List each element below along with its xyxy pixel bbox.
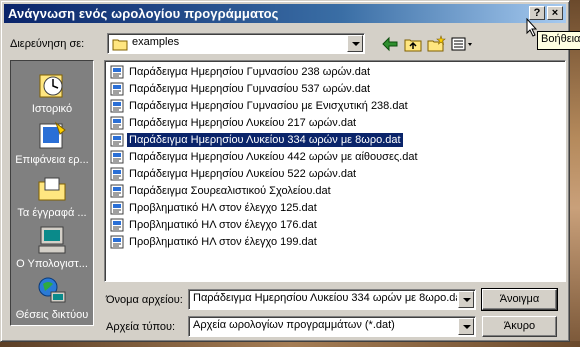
file-icon	[110, 82, 124, 96]
place-history[interactable]: Ιστορικό	[11, 69, 93, 115]
place-network[interactable]: Θέσεις δικτύου	[11, 275, 93, 321]
new-folder-icon[interactable]	[425, 34, 447, 54]
view-menu-icon[interactable]	[449, 34, 475, 54]
filename-input[interactable]: Παράδειγμα Ημερησίου Λυκείου 334 ωρών με…	[188, 289, 476, 310]
file-name: Παράδειγμα Ημερησίου Γυμνασίου 537 ωρών.…	[129, 83, 371, 95]
file-list[interactable]: Παράδειγμα Ημερησίου Γυμνασίου 238 ωρών.…	[104, 60, 566, 282]
file-name: Παράδειγμα Ημερησίου Λυκείου 334 ωρών με…	[126, 132, 404, 148]
file-icon	[110, 116, 124, 130]
folder-icon	[112, 39, 128, 51]
file-icon	[110, 133, 124, 147]
place-label: Ιστορικό	[31, 103, 73, 115]
file-icon	[110, 201, 124, 215]
mouse-cursor-icon	[526, 18, 538, 37]
history-icon	[39, 74, 63, 98]
open-label: Άνοιγμα	[499, 293, 540, 305]
file-name: Παράδειγμα Σουρεαλιστικού Σχολείου.dat	[129, 185, 331, 197]
lookin-dropdown-button[interactable]	[347, 35, 363, 52]
filetype-dropdown-button[interactable]	[458, 318, 474, 335]
lookin-label: Διερεύνηση σε:	[10, 38, 85, 50]
desktop-background	[570, 0, 580, 347]
place-label: Τα έγγραφά ...	[17, 207, 87, 219]
place-my-documents[interactable]: Τα έγγραφά ...	[11, 173, 93, 219]
place-label: Θέσεις δικτύου	[15, 309, 89, 321]
file-icon	[110, 65, 124, 79]
place-label: Επιφάνεια ερ...	[15, 154, 89, 166]
file-name: Παράδειγμα Ημερησίου Γυμνασίου με Ενισχυ…	[129, 100, 408, 112]
filetype-value: Αρχεία ωρολογίων προγραμμάτων (*.dat)	[193, 319, 395, 331]
cancel-button[interactable]: Άκυρο	[482, 316, 557, 337]
open-button[interactable]: Άνοιγμα	[481, 288, 558, 311]
file-icon	[110, 235, 124, 249]
place-desktop[interactable]: Επιφάνεια ερ...	[11, 120, 93, 166]
file-name: Παράδειγμα Ημερησίου Λυκείου 217 ωρών.da…	[129, 117, 357, 129]
open-dialog: Ανάγνωση ενός ωρολογίου προγράμματος ? ×…	[0, 0, 580, 342]
title-bar[interactable]: Ανάγνωση ενός ωρολογίου προγράμματος ? ×	[4, 4, 566, 23]
window-title: Ανάγνωση ενός ωρολογίου προγράμματος	[8, 6, 279, 21]
file-name: Προβληματικό ΗΛ στον έλεγχο 125.dat	[129, 202, 317, 214]
file-name: Προβληματικό ΗΛ στον έλεγχο 199.dat	[129, 236, 317, 248]
file-name: Προβληματικό ΗΛ στον έλεγχο 176.dat	[129, 219, 317, 231]
file-icon	[110, 150, 124, 164]
network-places-icon	[38, 277, 66, 303]
place-my-computer[interactable]: Ο Υπολογιστ...	[11, 224, 93, 270]
file-icon	[110, 218, 124, 232]
help-tooltip: Βοήθεια	[537, 31, 580, 50]
file-name: Παράδειγμα Ημερησίου Λυκείου 522 ωρών.da…	[129, 168, 357, 180]
close-icon: ×	[551, 7, 559, 19]
lookin-combo[interactable]: examples	[107, 33, 365, 54]
filename-value: Παράδειγμα Ημερησίου Λυκείου 334 ωρών με…	[193, 292, 457, 304]
file-name: Παράδειγμα Ημερησίου Γυμνασίου 238 ωρών.…	[129, 66, 371, 78]
close-button[interactable]: ×	[547, 6, 563, 20]
up-folder-icon[interactable]	[402, 34, 424, 54]
filetype-label: Αρχεία τύπου:	[106, 321, 176, 333]
my-documents-icon	[38, 177, 66, 201]
file-icon	[110, 167, 124, 181]
back-arrow-icon[interactable]	[379, 34, 401, 54]
my-computer-icon	[38, 226, 66, 254]
filename-label: Όνομα αρχείου:	[106, 294, 183, 306]
places-bar: Ιστορικό Επιφάνεια ερ... Τα έγγραφά ...	[10, 60, 94, 326]
filename-dropdown-button[interactable]	[458, 291, 474, 308]
file-icon	[110, 184, 124, 198]
filetype-select[interactable]: Αρχεία ωρολογίων προγραμμάτων (*.dat)	[188, 316, 476, 337]
place-label: Ο Υπολογιστ...	[16, 258, 88, 270]
file-name: Παράδειγμα Ημερησίου Λυκείου 442 ωρών με…	[129, 151, 418, 163]
lookin-value: examples	[132, 36, 180, 48]
desktop-icon	[39, 121, 66, 149]
cancel-label: Άκυρο	[503, 320, 536, 332]
file-icon	[110, 99, 124, 113]
